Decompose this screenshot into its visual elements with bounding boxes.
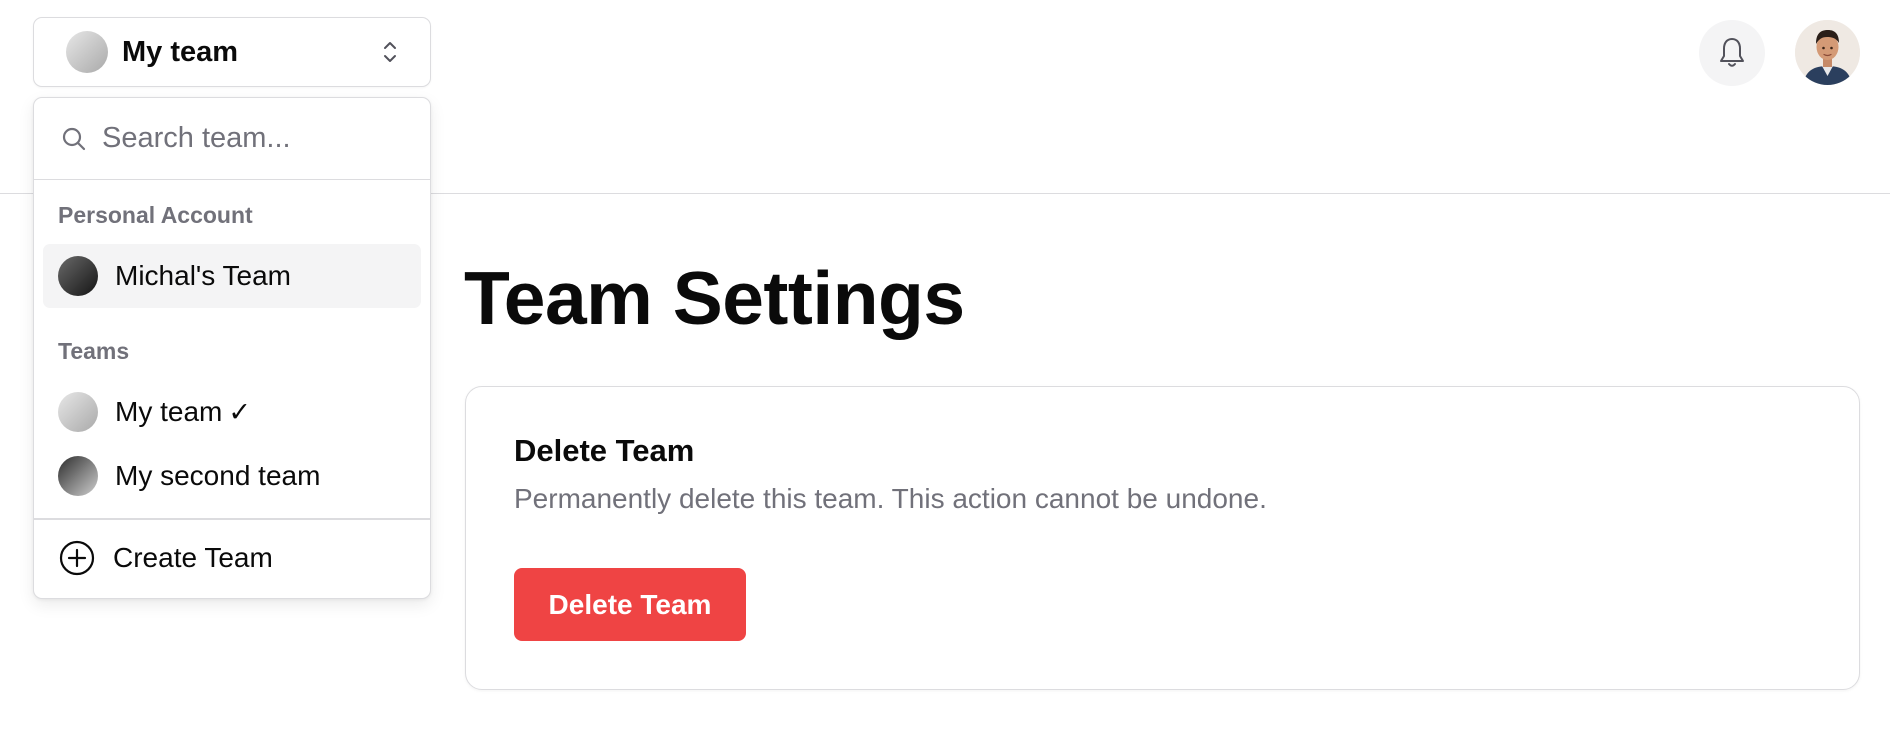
team-item-label: My team	[115, 396, 223, 427]
team-avatar	[58, 456, 98, 496]
card-title: Delete Team	[514, 433, 695, 468]
notifications-button[interactable]	[1699, 20, 1765, 86]
user-photo-icon	[1795, 20, 1860, 85]
search-icon	[62, 127, 86, 150]
chevrons-up-down-icon	[384, 42, 396, 62]
team-avatar	[66, 31, 108, 73]
team-switcher-dropdown: Personal Account Michal's Team Teams My …	[33, 97, 431, 599]
selected-team-label: My team	[122, 35, 239, 68]
team-switcher-button[interactable]: My team	[33, 17, 431, 87]
check-icon: ✓	[228, 396, 251, 428]
teams-heading: Teams	[58, 338, 130, 364]
page-title: Team Settings	[464, 256, 965, 340]
personal-team-item[interactable]: Michal's Team	[43, 244, 421, 308]
team-avatar	[58, 256, 98, 296]
plus-circle-icon	[59, 540, 95, 576]
team-item-label: My second team	[115, 460, 321, 491]
delete-team-card: Delete Team Permanently delete this team…	[465, 386, 1860, 690]
bell-icon	[1720, 38, 1744, 67]
page: My team Search team... Personal Account …	[0, 0, 1890, 742]
create-team-label: Create Team	[113, 542, 273, 573]
create-team-item[interactable]: Create Team	[43, 526, 421, 590]
menu-divider	[34, 518, 430, 520]
team-search-bar	[34, 98, 430, 180]
team-item-my-second-team[interactable]: My second team	[43, 444, 421, 508]
team-item-label: Michal's Team	[115, 260, 291, 291]
user-avatar[interactable]	[1795, 20, 1860, 85]
team-item-my-team[interactable]: My team ✓	[43, 380, 421, 444]
team-search-input[interactable]	[102, 122, 402, 155]
personal-account-heading: Personal Account	[58, 202, 253, 228]
team-avatar	[58, 392, 98, 432]
delete-team-button[interactable]: Delete Team	[514, 568, 746, 641]
card-description: Permanently delete this team. This actio…	[514, 483, 1267, 514]
